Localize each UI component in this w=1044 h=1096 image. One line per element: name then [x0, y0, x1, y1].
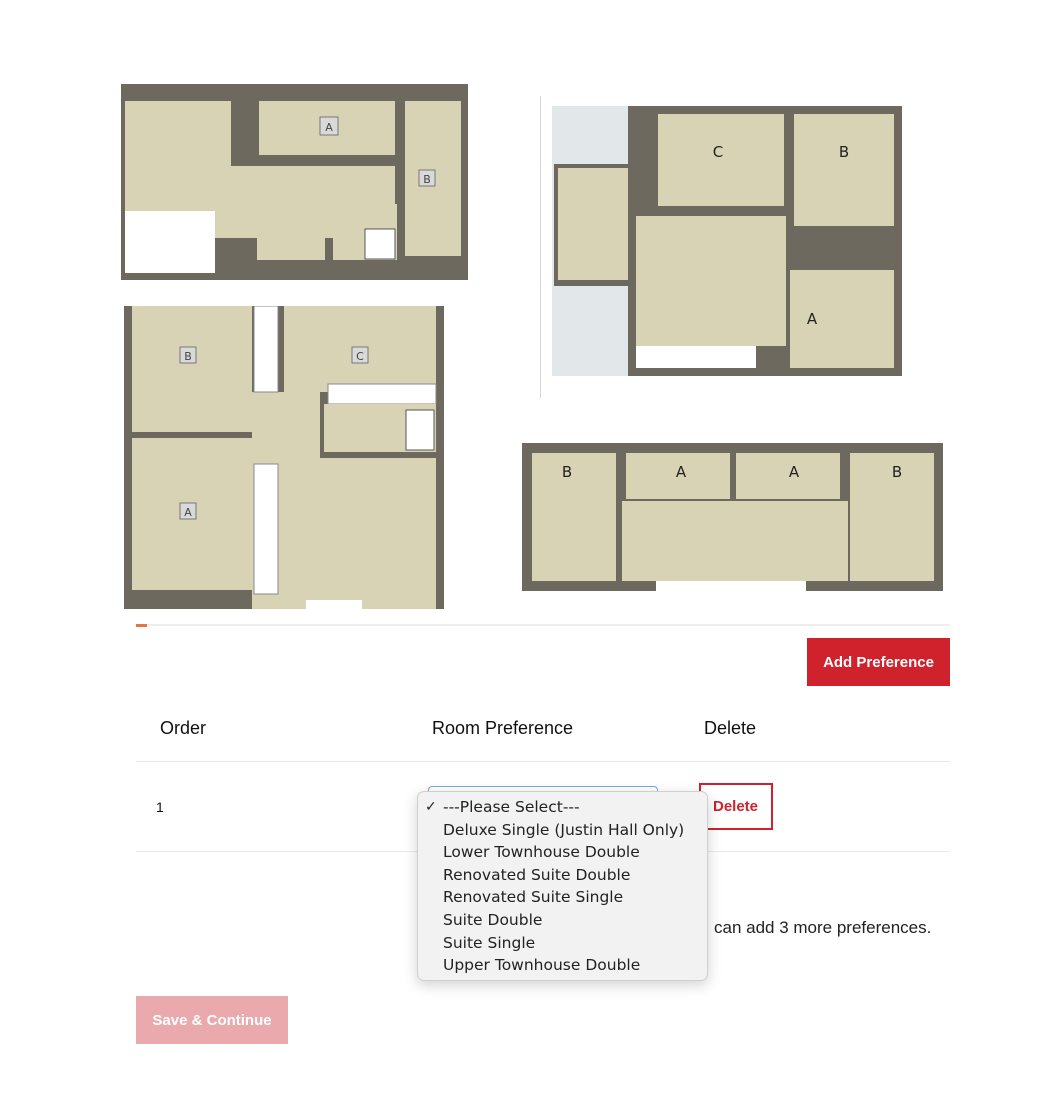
option-label: ---Please Select--- — [443, 798, 580, 816]
row-order-number: 1 — [156, 799, 164, 815]
svg-text:C: C — [713, 143, 723, 161]
floor-plan-1: A B — [121, 84, 468, 280]
save-continue-button[interactable]: Save & Continue — [136, 996, 288, 1044]
svg-text:B: B — [562, 463, 572, 481]
progress-track — [136, 624, 950, 626]
dropdown-option-lower-townhouse-double[interactable]: Lower Townhouse Double — [418, 841, 707, 864]
add-preference-button[interactable]: Add Preference — [807, 638, 950, 686]
table-header-divider — [136, 761, 950, 762]
floor-plan-3: B C A — [124, 306, 444, 609]
room-preference-dropdown-menu: ✓ ---Please Select--- Deluxe Single (Jus… — [417, 791, 708, 981]
dropdown-option-upper-townhouse-double[interactable]: Upper Townhouse Double — [418, 954, 707, 977]
dropdown-option-suite-single[interactable]: Suite Single — [418, 932, 707, 955]
svg-text:A: A — [184, 506, 192, 519]
dropdown-option-renovated-suite-double[interactable]: Renovated Suite Double — [418, 864, 707, 887]
floor-plan-4: B A A B — [522, 443, 943, 591]
svg-text:B: B — [184, 350, 192, 363]
column-header-room-preference: Room Preference — [432, 718, 574, 738]
column-header-order: Order — [160, 718, 207, 738]
progress-indicator — [136, 624, 147, 627]
dropdown-option-please-select[interactable]: ✓ ---Please Select--- — [418, 796, 707, 819]
dropdown-option-suite-double[interactable]: Suite Double — [418, 909, 707, 932]
svg-text:A: A — [325, 121, 333, 134]
svg-text:A: A — [807, 310, 818, 328]
dropdown-option-renovated-suite-single[interactable]: Renovated Suite Single — [418, 886, 707, 909]
dropdown-option-deluxe-single[interactable]: Deluxe Single (Justin Hall Only) — [418, 819, 707, 842]
floor-plan-2: C B A — [540, 96, 902, 398]
delete-row-button[interactable]: Delete — [699, 783, 773, 830]
svg-text:B: B — [839, 143, 849, 161]
checkmark-icon: ✓ — [425, 799, 437, 815]
column-header-delete: Delete — [704, 718, 757, 738]
remaining-preferences-text: can add 3 more preferences. — [714, 918, 932, 937]
svg-text:A: A — [676, 463, 687, 481]
svg-text:A: A — [789, 463, 800, 481]
svg-text:C: C — [356, 350, 364, 363]
svg-text:B: B — [423, 173, 431, 186]
svg-text:B: B — [892, 463, 902, 481]
